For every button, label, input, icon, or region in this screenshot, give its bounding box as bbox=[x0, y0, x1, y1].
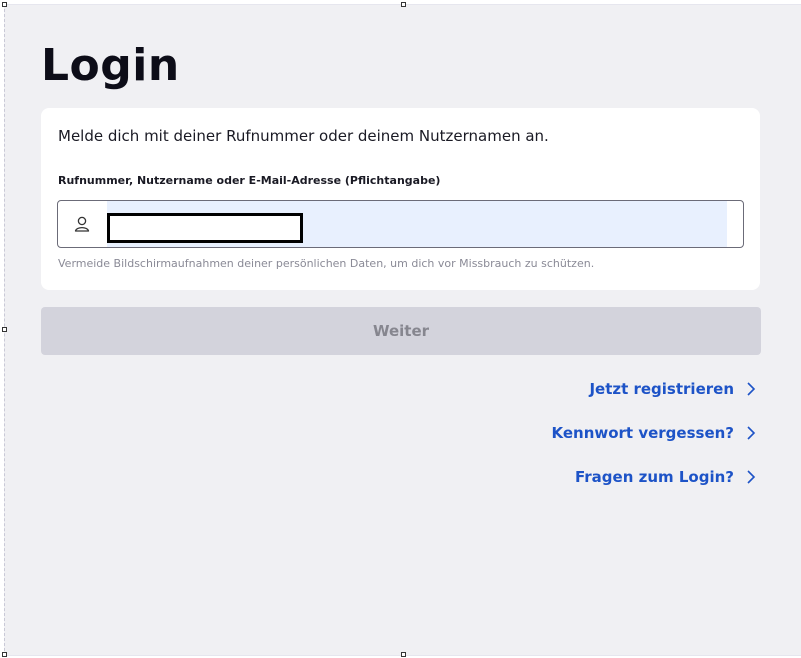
login-help-link-label: Fragen zum Login? bbox=[574, 468, 734, 486]
chevron-right-icon bbox=[747, 382, 756, 396]
forgot-password-link[interactable]: Kennwort vergessen? bbox=[551, 424, 756, 442]
resize-handle[interactable] bbox=[2, 652, 7, 657]
login-card: Melde dich mit deiner Rufnummer oder dei… bbox=[41, 108, 760, 290]
privacy-hint: Vermeide Bildschirmaufnahmen deiner pers… bbox=[58, 257, 595, 270]
user-icon bbox=[74, 216, 90, 232]
resize-handle[interactable] bbox=[401, 652, 406, 657]
login-help-link[interactable]: Fragen zum Login? bbox=[575, 468, 756, 486]
username-input[interactable] bbox=[118, 213, 298, 237]
register-link[interactable]: Jetzt registrieren bbox=[589, 380, 756, 398]
resize-handle[interactable] bbox=[2, 2, 7, 7]
intro-text: Melde dich mit deiner Rufnummer oder dei… bbox=[58, 127, 549, 145]
username-field-label: Rufnummer, Nutzername oder E-Mail-Adress… bbox=[58, 174, 441, 187]
forgot-password-link-label: Kennwort vergessen? bbox=[551, 424, 734, 442]
chevron-right-icon bbox=[747, 470, 756, 484]
resize-handle[interactable] bbox=[2, 327, 7, 332]
continue-button[interactable]: Weiter bbox=[41, 307, 761, 355]
chevron-right-icon bbox=[747, 426, 756, 440]
page-title: Login bbox=[41, 40, 180, 91]
register-link-label: Jetzt registrieren bbox=[589, 380, 734, 398]
resize-handle[interactable] bbox=[401, 2, 406, 7]
username-field[interactable] bbox=[57, 200, 744, 248]
